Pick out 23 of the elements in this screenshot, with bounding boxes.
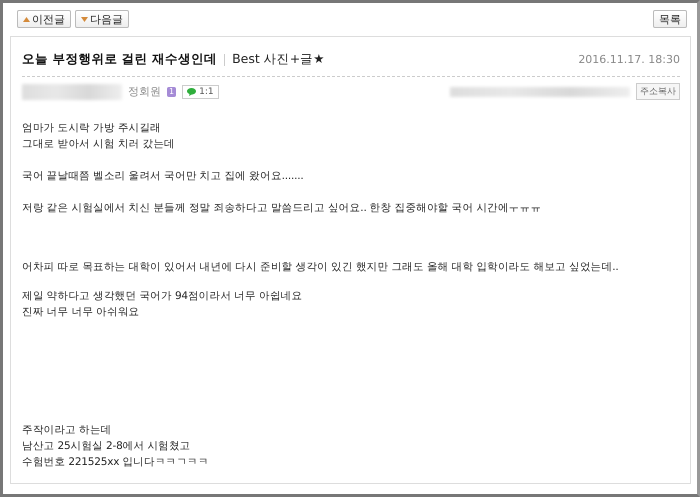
copy-url-button[interactable]: 주소복사: [636, 83, 680, 100]
body-text-line: 진짜 너무 너무 아쉬워요: [22, 305, 140, 320]
previous-post-button[interactable]: 이전글: [17, 10, 71, 28]
body-text-line: 국어 끝날때쯤 벨소리 울려서 국어만 치고 집에 왔어요.......: [22, 169, 305, 184]
body-text-line: 제일 약하다고 생각했던 국어가 94점이라서 너무 아쉽네요: [22, 289, 304, 304]
post-date: 2016.11.17. 18:30: [578, 53, 680, 66]
caret-up-icon: [23, 16, 30, 22]
next-post-button[interactable]: 다음글: [75, 10, 129, 28]
body-text-line: 남산고 25시험실 2-8에서 시험쳤고: [22, 439, 192, 454]
body-text-line: 어차피 따로 목표하는 대학이 있어서 내년에 다시 준비할 생각이 있긴 했지만 그래도 올해 대학 입학이라도 해보고 싶었는데..: [22, 260, 620, 275]
member-rank: 정회원: [128, 84, 161, 99]
body-text-line: 주작이라고 하는데: [22, 423, 113, 438]
body-text-line: 수험번호 221525xx 입니다ㅋㅋㄱㅋㅋ: [22, 455, 210, 470]
category-link[interactable]: Best 사진+글★: [232, 51, 324, 68]
post-title: 오늘 부정행위로 걸린 재수생인데: [22, 51, 218, 68]
body-text-line: 엄마가 도시락 가방 주시길래: [22, 121, 162, 136]
speech-bubble-icon: [187, 88, 196, 96]
chat-button[interactable]: 1:1: [182, 84, 219, 98]
caret-down-icon: [81, 16, 88, 22]
body-text-line: 저랑 같은 시험실에서 치신 분들께 정말 죄송하다고 말씀드리고 싶어요.. 한창 집중해야할 국어 시간에ㅜㅠㅠ: [22, 201, 542, 216]
level-badge: 1: [167, 86, 176, 96]
body-text-line: 그대로 받아서 시험 치러 갔는데: [22, 137, 176, 152]
list-button[interactable]: 목록: [653, 10, 687, 28]
